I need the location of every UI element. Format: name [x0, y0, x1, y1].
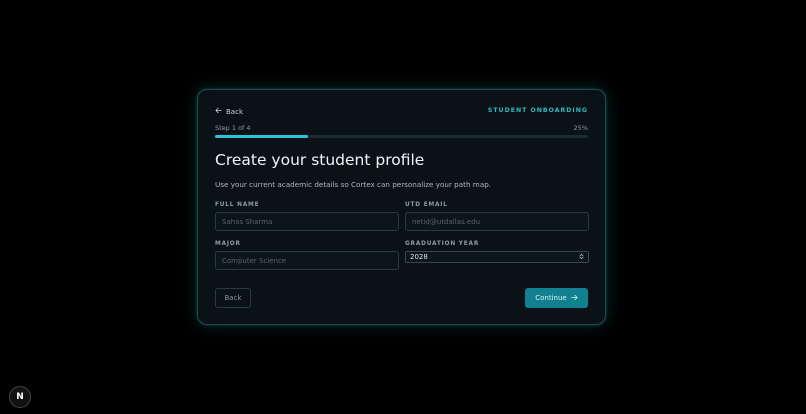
step-text: Step 1 of 4 [215, 124, 251, 132]
email-group: UTD EMAIL netid@utdallas.edu [405, 202, 589, 231]
back-button[interactable]: Back [215, 288, 251, 308]
card-header: Back STUDENT ONBOARDING [215, 107, 588, 117]
back-link-label: Back [226, 107, 243, 116]
page-title: Create your student profile [215, 151, 425, 169]
page-subtitle: Use your current academic details so Cor… [215, 180, 492, 189]
onboarding-card: Back STUDENT ONBOARDING Step 1 of 4 25% … [197, 89, 606, 325]
arrow-left-icon [215, 107, 222, 116]
progress-bar [215, 135, 588, 138]
eyebrow-label: STUDENT ONBOARDING [487, 107, 588, 114]
major-group: MAJOR Computer Science [215, 241, 399, 270]
email-input[interactable]: netid@utdallas.edu [405, 212, 589, 231]
back-link[interactable]: Back [215, 107, 243, 116]
full-name-input[interactable]: Sahas Sharma [215, 212, 399, 231]
grad-year-select[interactable]: 2028 [405, 251, 589, 263]
full-name-group: FULL NAME Sahas Sharma [215, 202, 399, 231]
continue-label: Continue [535, 294, 567, 302]
grad-year-label: GRADUATION YEAR [405, 241, 480, 247]
full-name-label: FULL NAME [215, 202, 260, 208]
major-label: MAJOR [215, 241, 241, 247]
step-indicator: Step 1 of 4 25% [215, 124, 588, 133]
progress-percent: 25% [573, 124, 588, 132]
grad-year-value: 2028 [410, 253, 428, 261]
badge-letter: N [16, 392, 24, 402]
email-label: UTD EMAIL [405, 202, 448, 208]
nextjs-badge[interactable]: N [9, 386, 31, 408]
major-input[interactable]: Computer Science [215, 251, 399, 270]
progress-fill [215, 135, 309, 138]
arrow-right-icon [571, 294, 578, 303]
grad-year-group: GRADUATION YEAR 2028 [405, 241, 589, 263]
continue-button[interactable]: Continue [525, 288, 588, 308]
select-caret-icon [579, 253, 584, 262]
